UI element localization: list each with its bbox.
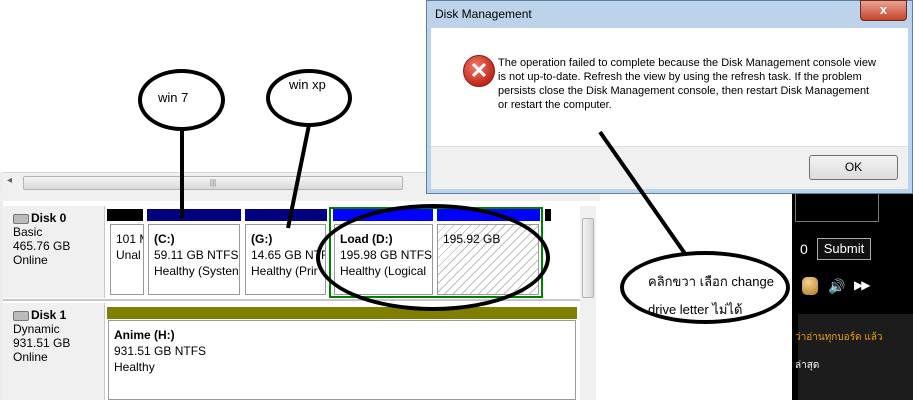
winxp-label: win xp <box>289 77 326 92</box>
note-line-1: คลิกขวา เลือก change <box>648 274 774 289</box>
note-line-2: drive letter ไม่ได้ <box>648 302 743 317</box>
win7-label: win 7 <box>158 90 189 105</box>
annotation-lines <box>180 119 690 260</box>
winxp-pointer-line <box>286 119 312 229</box>
note-pointer-line <box>598 130 690 260</box>
highlight-ellipse <box>316 204 550 311</box>
